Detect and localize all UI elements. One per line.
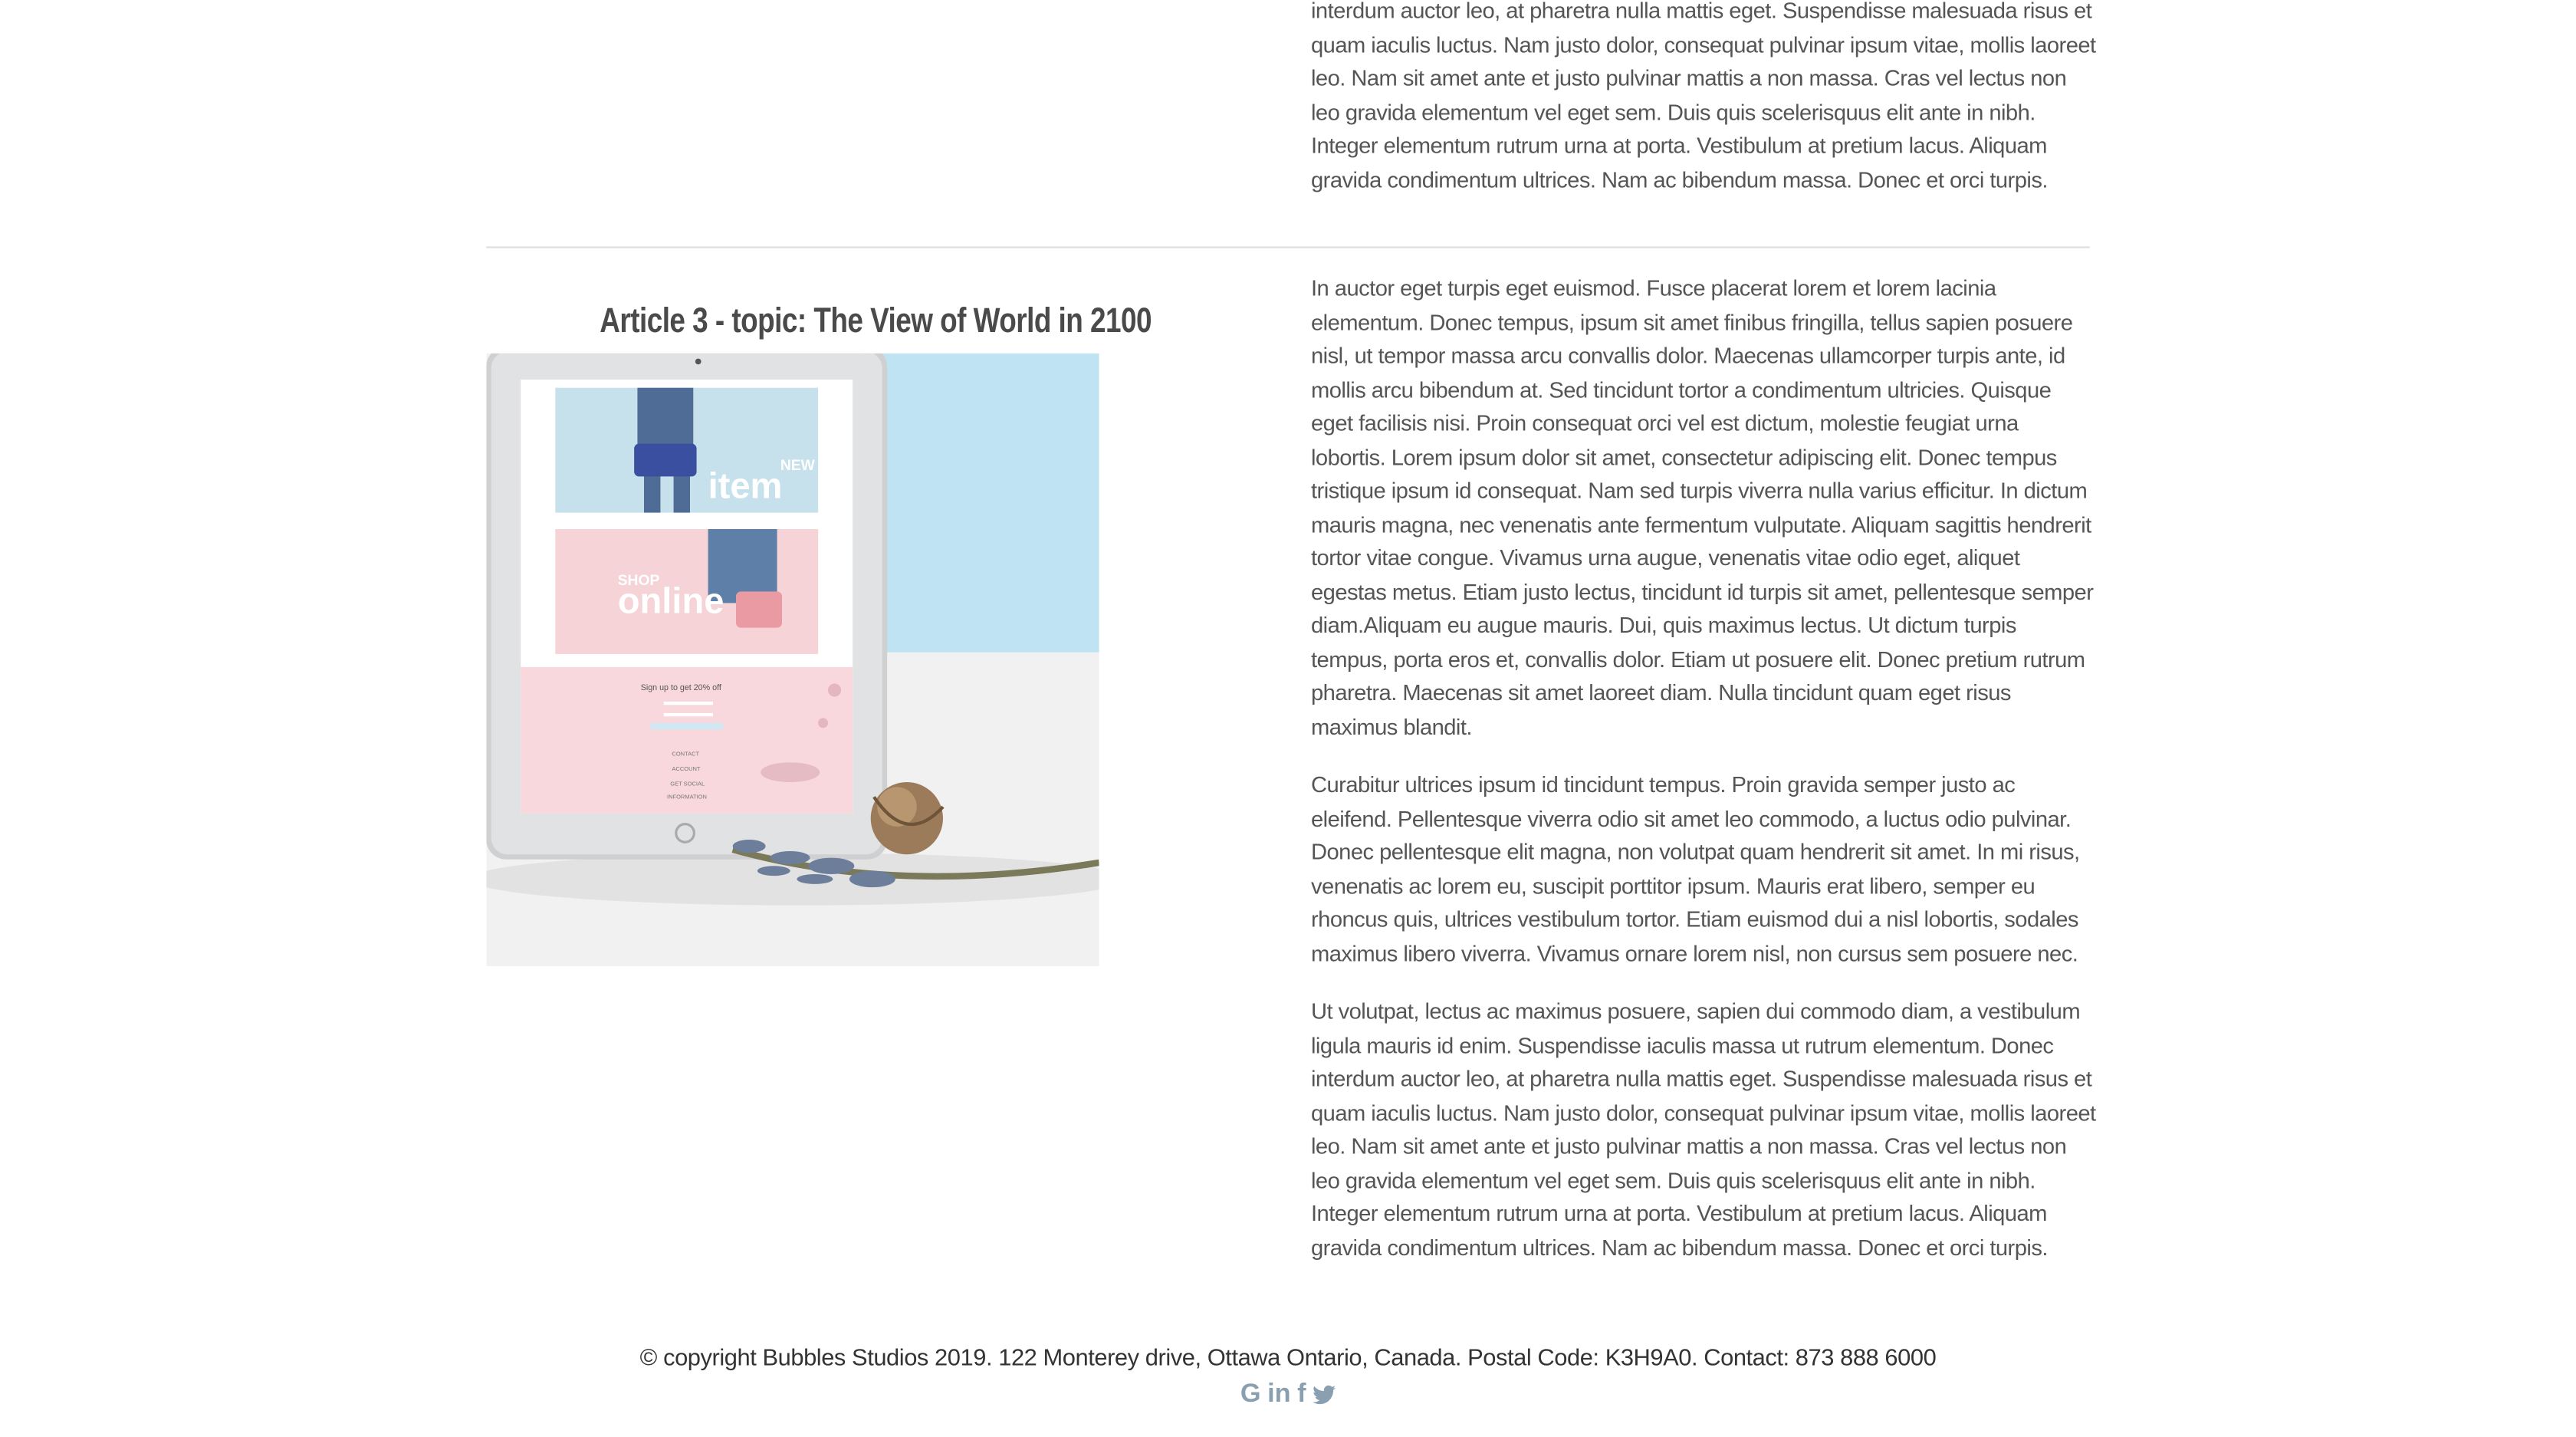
image-menu-information: INFORMATION bbox=[667, 793, 707, 800]
image-new-label: NEW bbox=[780, 458, 816, 474]
image-signup-text: Sign up to get 20% off bbox=[641, 683, 721, 692]
image-item-label: item bbox=[708, 465, 783, 505]
google-icon[interactable]: G bbox=[1240, 1381, 1261, 1408]
article-image: NEW item SHOP online Sign up to get 20% … bbox=[486, 353, 1099, 967]
article-paragraph-3: Ut volutpat, lectus ac maximus posuere, … bbox=[1311, 998, 2096, 1260]
image-menu-social: GET SOCIAL bbox=[670, 780, 705, 787]
facebook-icon[interactable]: f bbox=[1297, 1381, 1306, 1408]
footer: © copyright Bubbles Studios 2019. 122 Mo… bbox=[0, 1341, 2576, 1413]
image-menu-account: ACCOUNT bbox=[672, 765, 701, 772]
article-title: Article 3 - topic: The View of World in … bbox=[600, 302, 1152, 340]
page: interdum auctor leo, at pharetra nulla m… bbox=[0, 0, 2576, 1436]
article-paragraph-2: Curabitur ultrices ipsum id tincidunt te… bbox=[1311, 772, 2080, 965]
article-body: In auctor eget turpis eget euismod. Fusc… bbox=[1311, 273, 2096, 1290]
article-paragraph-1: In auctor eget turpis eget euismod. Fusc… bbox=[1311, 276, 2094, 739]
social-links: G in f bbox=[0, 1377, 2576, 1413]
article-divider bbox=[486, 246, 2090, 248]
twitter-icon[interactable] bbox=[1313, 1385, 1336, 1405]
linkedin-icon[interactable]: in bbox=[1267, 1381, 1290, 1408]
footer-copyright: © copyright Bubbles Studios 2019. 122 Mo… bbox=[639, 1346, 1937, 1373]
previous-article-paragraph: interdum auctor leo, at pharetra nulla m… bbox=[1311, 0, 2096, 192]
twitter-bird-icon bbox=[1313, 1385, 1336, 1405]
image-menu-contact: CONTACT bbox=[672, 751, 699, 758]
image-online-label: online bbox=[618, 580, 724, 620]
